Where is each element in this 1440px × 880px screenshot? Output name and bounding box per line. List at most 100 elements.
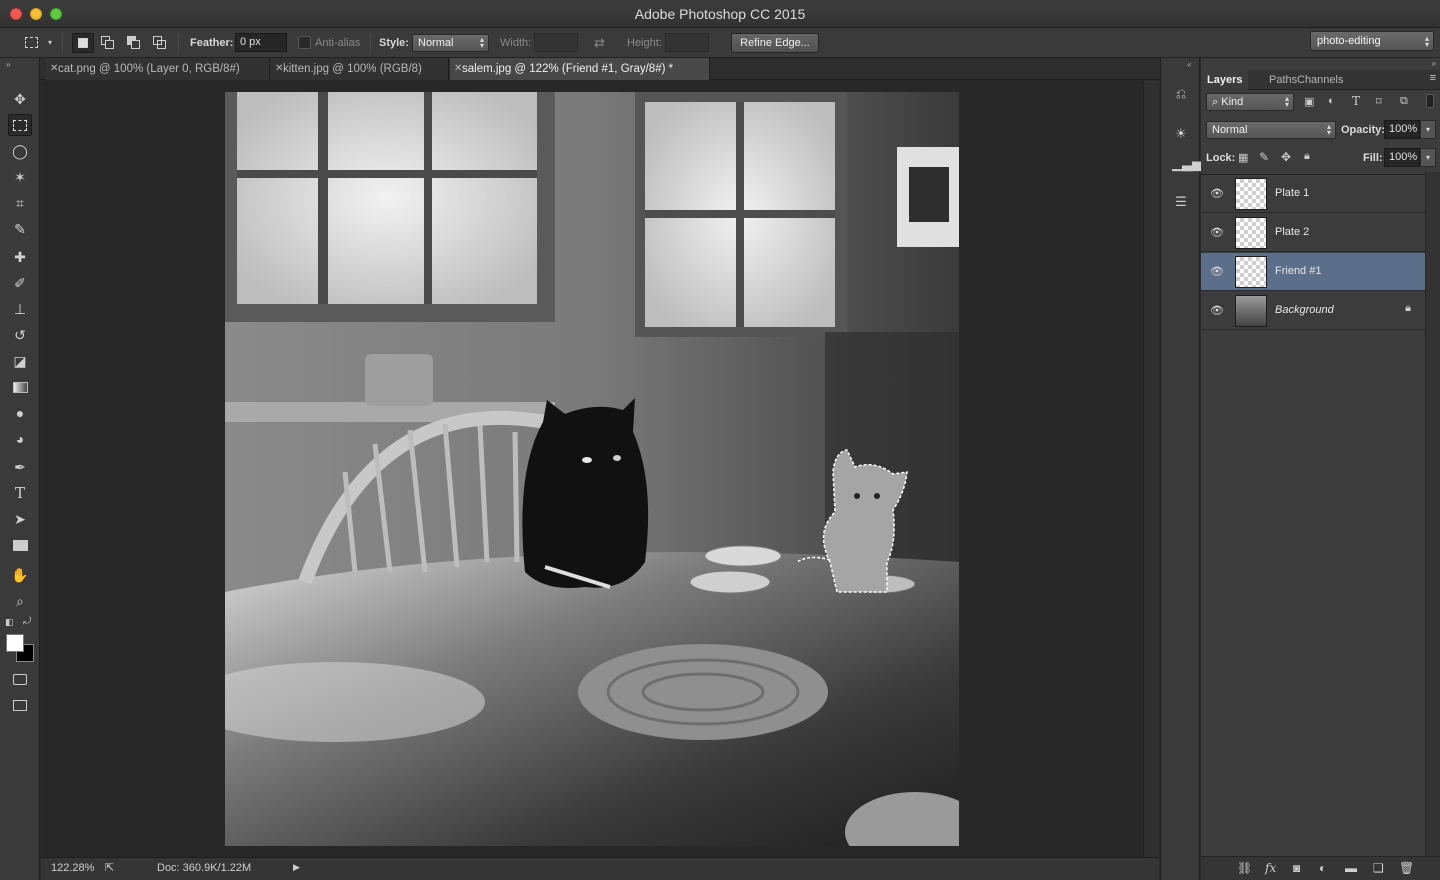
swap-width-height-icon[interactable]: ⇄: [594, 35, 605, 51]
layers-scrollbar[interactable]: [1425, 172, 1440, 856]
lock-position-icon[interactable]: ✥: [1281, 150, 1291, 164]
width-input[interactable]: [534, 33, 578, 52]
layer-row-background[interactable]: 👁︎ Background 🔒︎: [1201, 292, 1425, 330]
dodge-tool-icon[interactable]: ◕: [8, 428, 32, 450]
properties-panel-icon[interactable]: ☰: [1172, 194, 1190, 212]
history-panel-icon[interactable]: ⎌: [1172, 86, 1190, 104]
opacity-slider-arrow-icon[interactable]: ▾: [1420, 120, 1436, 139]
style-dropdown[interactable]: Normal ▴ ▾: [412, 34, 489, 52]
magic-wand-tool-icon[interactable]: ✶: [8, 166, 32, 188]
lock-transparent-pixels-icon[interactable]: ▦: [1238, 151, 1248, 164]
tab-layers[interactable]: Layers: [1201, 70, 1249, 90]
fill-slider-arrow-icon[interactable]: ▾: [1420, 148, 1436, 167]
pen-tool-icon[interactable]: ✒: [8, 456, 32, 478]
fill-input[interactable]: 100%: [1384, 148, 1420, 167]
foreground-color-swatch[interactable]: [6, 634, 24, 652]
panel-menu-icon[interactable]: ≡: [1430, 72, 1436, 84]
link-layers-icon[interactable]: ⛓︎: [1237, 861, 1252, 875]
lock-all-icon[interactable]: 🔒︎: [1304, 150, 1310, 163]
preset-dropdown-arrow-icon[interactable]: ▾: [48, 38, 52, 47]
canvas-scrollbar[interactable]: [1143, 81, 1159, 857]
swap-colors-icon[interactable]: ⤾: [23, 616, 31, 627]
clone-stamp-tool-icon[interactable]: ⊥: [8, 298, 32, 320]
height-input[interactable]: [665, 33, 709, 52]
workspace-switcher[interactable]: photo-editing ▴ ▾: [1310, 31, 1434, 51]
filter-pixel-layers-icon[interactable]: ▣: [1304, 95, 1314, 108]
opacity-input[interactable]: 100%: [1384, 120, 1420, 139]
new-layer-icon[interactable]: ❏: [1373, 861, 1384, 875]
delete-layer-icon[interactable]: 🗑︎: [1399, 861, 1414, 875]
eye-icon[interactable]: 👁︎: [1210, 187, 1224, 200]
blur-tool-icon[interactable]: ●: [8, 402, 32, 424]
hand-tool-icon[interactable]: ✋: [8, 564, 32, 586]
tab-label: kitten.jpg @ 100% (RGB/8): [283, 63, 422, 75]
export-icon[interactable]: ⇱: [105, 861, 114, 874]
subtract-from-selection-icon[interactable]: [126, 35, 142, 51]
tab-kitten-jpg[interactable]: ✕ kitten.jpg @ 100% (RGB/8): [271, 58, 449, 80]
history-brush-tool-icon[interactable]: ↺: [8, 324, 32, 346]
histogram-panel-icon[interactable]: ▁▃▅: [1172, 156, 1202, 174]
layer-filter-dropdown[interactable]: ⌕ Kind ▴ ▾: [1206, 93, 1294, 111]
divider: [370, 34, 371, 52]
add-mask-icon[interactable]: ◙: [1293, 861, 1300, 875]
new-selection-icon[interactable]: [72, 33, 94, 53]
eye-icon[interactable]: 👁︎: [1210, 226, 1224, 239]
marquee-preset-icon[interactable]: [24, 35, 40, 51]
width-label: Width:: [500, 37, 532, 49]
collapse-dock-icon[interactable]: «: [1187, 60, 1191, 69]
crop-tool-icon[interactable]: ⌗: [8, 192, 32, 214]
collapse-panel-icon[interactable]: »: [6, 60, 10, 69]
filter-shape-layers-icon[interactable]: ⌑: [1376, 95, 1382, 108]
layer-row-plate-2[interactable]: 👁︎ Plate 2: [1201, 214, 1425, 252]
height-label: Height:: [627, 37, 662, 49]
lock-image-pixels-icon[interactable]: ✎: [1259, 150, 1269, 164]
blend-mode-dropdown[interactable]: Normal ▴ ▾: [1206, 121, 1336, 139]
lasso-tool-icon[interactable]: ◯: [8, 140, 32, 162]
type-tool-icon[interactable]: T: [8, 482, 32, 504]
gradient-tool-icon[interactable]: [8, 376, 32, 398]
zoom-tool-icon[interactable]: ⌕: [8, 590, 32, 612]
layer-row-friend-1[interactable]: 👁︎ Friend #1: [1201, 253, 1425, 291]
new-adjustment-layer-icon[interactable]: ◐: [1319, 861, 1326, 875]
add-to-selection-icon[interactable]: [100, 35, 116, 51]
layer-row-plate-1[interactable]: 👁︎ Plate 1: [1201, 175, 1425, 213]
anti-alias-checkbox[interactable]: [298, 36, 311, 49]
feather-input[interactable]: 0 px: [235, 33, 287, 52]
expand-panel-icon[interactable]: »: [1432, 59, 1436, 68]
close-tab-icon[interactable]: ✕: [275, 58, 283, 80]
title-bar: Adobe Photoshop CC 2015: [0, 0, 1440, 28]
brush-tool-icon[interactable]: ✐: [8, 272, 32, 294]
document-size: Doc: 360.9K/1.22M: [157, 862, 252, 874]
intersect-selection-icon[interactable]: [152, 35, 168, 51]
default-colors-icon[interactable]: ◧: [5, 617, 14, 628]
opacity-label: Opacity:: [1341, 124, 1386, 136]
new-group-icon[interactable]: ▬: [1345, 861, 1357, 875]
layer-style-icon[interactable]: fx: [1265, 861, 1276, 875]
close-tab-icon[interactable]: ✕: [50, 58, 58, 80]
zoom-level[interactable]: 122.28%: [51, 862, 94, 874]
eraser-tool-icon[interactable]: ◪: [8, 350, 32, 372]
filter-adjustment-layers-icon[interactable]: ◐: [1328, 95, 1335, 107]
rectangular-marquee-tool-icon[interactable]: [8, 114, 32, 136]
close-tab-icon[interactable]: ✕: [454, 58, 462, 80]
quick-mask-icon[interactable]: [8, 668, 32, 690]
move-tool-icon[interactable]: ✥: [8, 88, 32, 110]
adjustments-panel-icon[interactable]: ☀: [1172, 126, 1190, 144]
tab-cat-png[interactable]: ✕ cat.png @ 100% (Layer 0, RGB/8#): [46, 58, 270, 80]
eye-icon[interactable]: 👁︎: [1210, 304, 1224, 317]
divider: [62, 34, 63, 52]
eyedropper-tool-icon[interactable]: ✎: [8, 218, 32, 240]
healing-brush-tool-icon[interactable]: ✚: [8, 246, 32, 268]
tab-salem-jpg[interactable]: ✕ salem.jpg @ 122% (Friend #1, Gray/8#) …: [450, 58, 710, 80]
document-canvas[interactable]: [225, 92, 959, 846]
rectangle-tool-icon[interactable]: [8, 534, 32, 556]
refine-edge-button[interactable]: Refine Edge...: [731, 33, 819, 53]
tab-channels[interactable]: Channels: [1291, 70, 1349, 90]
path-selection-tool-icon[interactable]: ➤: [8, 508, 32, 530]
status-menu-arrow-icon[interactable]: ▶: [293, 862, 300, 873]
filter-type-layers-icon[interactable]: T: [1352, 94, 1360, 108]
eye-icon[interactable]: 👁︎: [1210, 265, 1224, 278]
filter-toggle-switch[interactable]: [1426, 94, 1434, 108]
filter-smart-objects-icon[interactable]: ⧉: [1400, 95, 1408, 108]
screen-mode-icon[interactable]: [8, 694, 32, 716]
